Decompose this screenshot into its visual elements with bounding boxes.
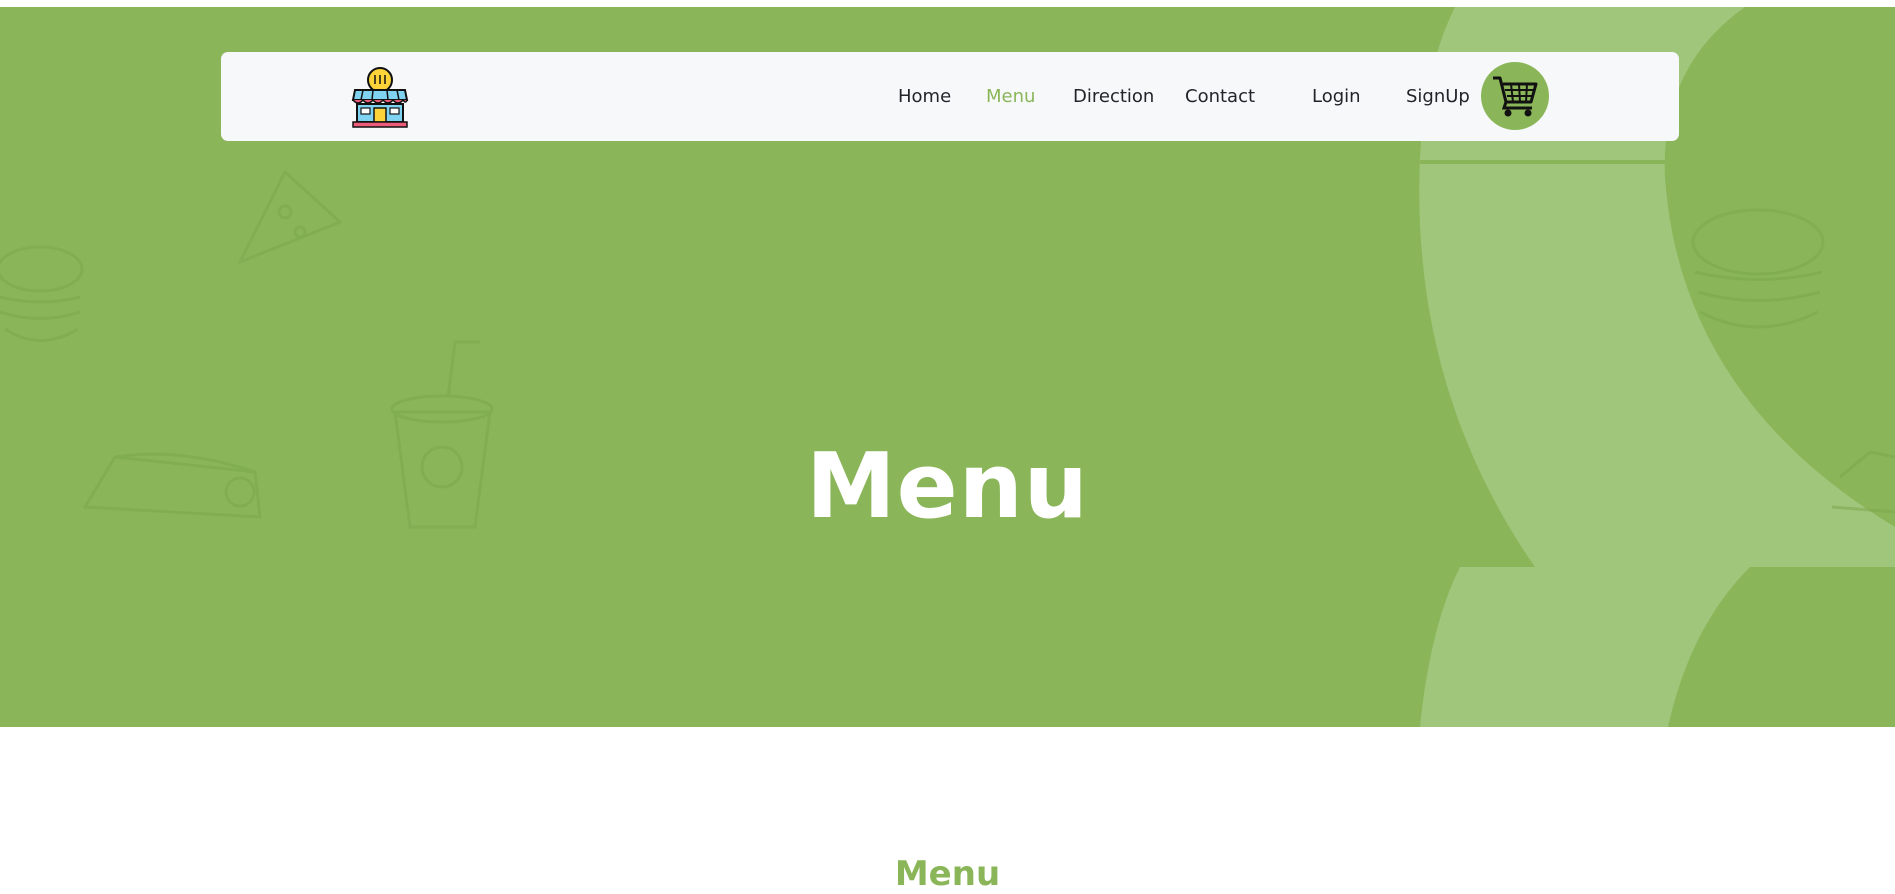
nav-home-link[interactable]: Home	[898, 86, 951, 108]
nav-menu-link[interactable]: Menu	[986, 86, 1035, 108]
cart-button[interactable]	[1481, 62, 1549, 130]
nav-links: Home Menu Direction Contact Login SignUp	[221, 52, 1679, 141]
page-top-strip	[0, 0, 1895, 7]
nav-contact-link[interactable]: Contact	[1185, 86, 1255, 108]
cart-icon	[1493, 76, 1538, 117]
section-heading: Menu	[894, 854, 1001, 894]
arc-shape	[1420, 567, 1750, 727]
nav-signup-link[interactable]: SignUp	[1406, 86, 1470, 108]
page-title: Menu	[806, 434, 1089, 539]
nav-login-link[interactable]: Login	[1312, 86, 1361, 108]
top-navbar: Home Menu Direction Contact Login SignUp	[221, 52, 1679, 141]
nav-direction-link[interactable]: Direction	[1073, 86, 1154, 108]
